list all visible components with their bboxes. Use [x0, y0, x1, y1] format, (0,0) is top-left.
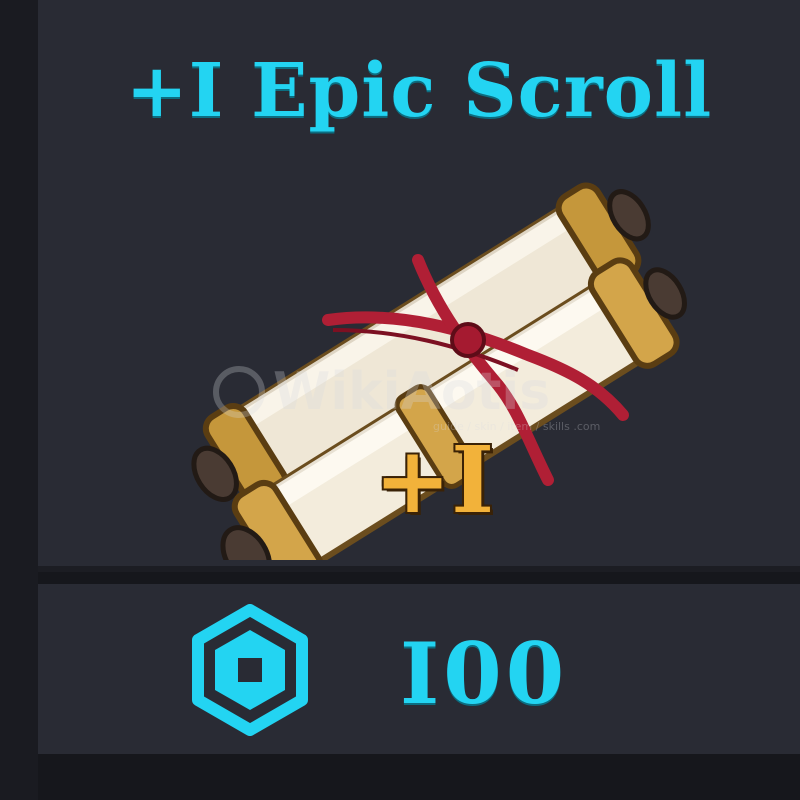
item-level-badge: +I [374, 426, 495, 534]
bottom-edge-panel [38, 754, 800, 800]
item-title: +I Epic Scroll [125, 48, 713, 134]
watermark-brand: WikiAotis [273, 362, 551, 422]
robux-hexagon-icon [192, 604, 308, 736]
left-edge-panel [0, 0, 38, 800]
price-amount: I00 [400, 624, 569, 723]
item-shop-card-screen: +I Epic Scroll WikiAotis guide / skin / … [0, 0, 800, 800]
price-bar[interactable]: I00 [38, 584, 800, 754]
watermark-logo-icon [213, 366, 265, 418]
item-card[interactable]: +I Epic Scroll WikiAotis guide / skin / … [38, 0, 800, 572]
